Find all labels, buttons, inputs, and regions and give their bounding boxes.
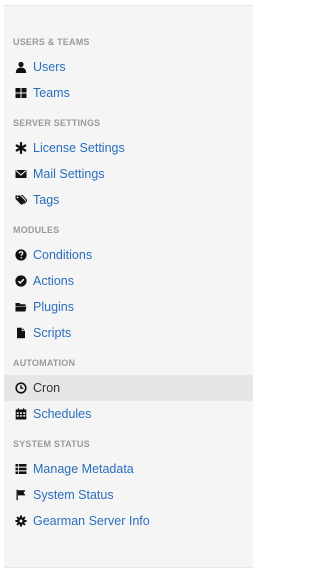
sidebar-item-label: License Settings [33,141,125,155]
sidebar-item-label: Schedules [33,407,92,421]
envelope-icon [14,168,27,181]
sidebar-item-plugins[interactable]: Plugins [4,294,253,320]
list-icon [14,463,27,476]
sidebar-item-label: Conditions [33,248,93,262]
sidebar-item-label: System Status [33,488,114,502]
sidebar-item-conditions[interactable]: Conditions [4,242,253,268]
section-header: USERS & TEAMS [13,37,90,47]
section-header: MODULES [13,225,60,235]
section-header: SERVER SETTINGS [13,118,101,128]
check-circle-icon [14,275,27,288]
section-users-teams: USERS & TEAMS Users Teams [4,35,253,106]
sidebar-item-teams[interactable]: Teams [4,80,253,106]
sidebar-item-label: Cron [33,381,61,395]
sidebar-item-label: Mail Settings [33,167,105,181]
sidebar-item-gearman-server-info[interactable]: Gearman Server Info [4,508,253,534]
sidebar-item-label: Actions [33,274,74,288]
asterisk-icon [14,142,27,155]
sidebar-nav: USERS & TEAMS Users Teams SERVER SETTING… [4,5,253,568]
file-icon [14,327,27,340]
sidebar-item-scripts[interactable]: Scripts [4,320,253,346]
flag-icon [14,489,27,502]
section-header: AUTOMATION [13,358,76,368]
cog-icon [14,515,27,528]
calendar-icon [14,408,27,421]
section-modules: MODULES Conditions Actions Plugins Scrip… [4,223,253,346]
sidebar-item-mail-settings[interactable]: Mail Settings [4,161,253,187]
section-header: SYSTEM STATUS [13,439,90,449]
sidebar-item-label: Scripts [33,326,72,340]
sidebar-item-manage-metadata[interactable]: Manage Metadata [4,456,253,482]
question-circle-icon [14,249,27,262]
sidebar-item-cron[interactable]: Cron [4,375,253,401]
sidebar-item-tags[interactable]: Tags [4,187,253,213]
sidebar-item-license-settings[interactable]: License Settings [4,135,253,161]
sidebar-item-system-status[interactable]: System Status [4,482,253,508]
sidebar-item-label: Users [33,60,66,74]
clock-icon [14,382,27,395]
sidebar-item-label: Manage Metadata [33,462,134,476]
section-automation: AUTOMATION Cron Schedules [4,356,253,427]
sidebar-item-label: Tags [33,193,60,207]
section-system-status: SYSTEM STATUS Manage Metadata System Sta… [4,437,253,534]
sidebar-item-users[interactable]: Users [4,54,253,80]
sidebar-item-label: Teams [33,86,70,100]
folder-open-icon [14,301,27,314]
section-server-settings: SERVER SETTINGS License Settings Mail Se… [4,116,253,213]
sidebar-item-schedules[interactable]: Schedules [4,401,253,427]
sidebar-item-label: Gearman Server Info [33,514,150,528]
tags-icon [14,194,27,207]
user-icon [14,61,27,74]
sidebar-item-actions[interactable]: Actions [4,268,253,294]
grid-icon [14,87,27,100]
sidebar-item-label: Plugins [33,300,74,314]
